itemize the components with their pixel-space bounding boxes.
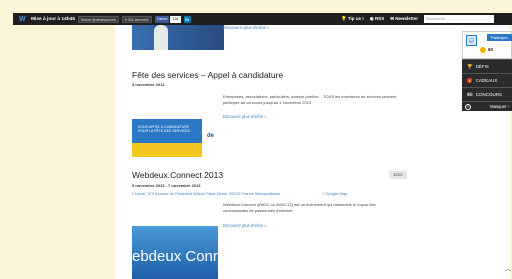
facebook-like-count: 12k bbox=[170, 15, 181, 23]
followers-count: 5 302 abonnés bbox=[121, 15, 152, 23]
previous-event-more-link[interactable]: Découvrir plus d'infos » bbox=[223, 25, 270, 30]
trophy-icon: 🏆 bbox=[467, 63, 473, 69]
hide-panel-button[interactable]: Masquer › bbox=[490, 104, 509, 109]
event-address: L'Usine, 379 Avenue du Président Wilson … bbox=[132, 191, 281, 196]
top-actions: 💡 Tip us ! ◉ RSS ✉ Newsletter Recherche bbox=[341, 13, 494, 25]
user-box: ☺ Participer 60 bbox=[462, 31, 512, 59]
defis-button[interactable]: 🏆 DÉFIS bbox=[462, 59, 512, 73]
event-image-banner bbox=[132, 143, 202, 157]
linkedin-button[interactable]: in bbox=[183, 15, 191, 23]
cadeaux-button[interactable]: 🎁 CADEAUX bbox=[462, 73, 512, 87]
cadeaux-label: CADEAUX bbox=[475, 78, 498, 83]
coin-count: 60 bbox=[488, 47, 494, 52]
event-date: 4 novembre 2013 bbox=[132, 82, 165, 87]
coin-icon bbox=[480, 47, 486, 53]
concours-button[interactable]: 🎟 CONCOURS bbox=[462, 87, 512, 101]
event-description: Entreprises, associations, particuliers,… bbox=[223, 94, 397, 105]
event-date: 6 novembre 2013 - 7 novembre 2013 bbox=[132, 183, 201, 188]
event-description: Webdeux.Connect (#W2C ou #W2C13) est un … bbox=[223, 202, 376, 213]
help-icon[interactable]: ? bbox=[465, 103, 471, 110]
panel-footer: ? Masquer › bbox=[462, 101, 512, 111]
event-image-caption: SOUS APPEL À CANDIDATURE POUR LA FÊTE DE… bbox=[138, 125, 190, 133]
top-bar: W Mise à jour à 14h45 Suivre @whatsupweb… bbox=[13, 13, 512, 25]
tip-us-link[interactable]: 💡 Tip us ! bbox=[341, 16, 364, 22]
participate-button[interactable]: Participer bbox=[487, 34, 512, 41]
rss-label: RSS bbox=[374, 16, 385, 21]
hide-panel-label: Masquer bbox=[490, 104, 507, 109]
newsletter-label: Newsletter bbox=[395, 16, 418, 21]
event-more-link[interactable]: Découvrir plus d'infos » bbox=[223, 223, 266, 228]
event-more-link[interactable]: Découvrir plus d'infos » bbox=[223, 114, 266, 119]
speaker-figure bbox=[154, 25, 168, 50]
event-image[interactable]: SOUS APPEL À CANDIDATURE POUR LA FÊTE DE… bbox=[132, 119, 202, 157]
avatar[interactable]: ☺ bbox=[466, 35, 477, 46]
event-image-label: de bbox=[207, 133, 215, 139]
facebook-like-button[interactable]: J'aime bbox=[154, 15, 170, 23]
previous-event-image[interactable] bbox=[132, 25, 224, 50]
event-title[interactable]: Webdeux.Connect 2013 bbox=[132, 170, 223, 180]
search-input[interactable]: Recherche bbox=[424, 15, 494, 23]
rss-link[interactable]: ◉ RSS bbox=[370, 16, 384, 22]
tip-us-label: Tip us ! bbox=[347, 16, 364, 21]
price-badge: €220 bbox=[389, 171, 407, 179]
event-title[interactable]: Fête des services – Appel à candidature bbox=[132, 70, 283, 80]
update-time: Mise à jour à 14h45 bbox=[31, 16, 75, 22]
concours-label: CONCOURS bbox=[475, 92, 502, 97]
newsletter-link[interactable]: ✉ Newsletter bbox=[390, 16, 418, 22]
gift-icon: 🎁 bbox=[467, 77, 473, 83]
ticket-icon: 🎟 bbox=[467, 91, 473, 97]
event-image-caption: ebdeux Connect 2 bbox=[132, 248, 218, 265]
event-image[interactable]: ebdeux Connect 2 bbox=[132, 226, 218, 279]
scroll-up-icon[interactable]: ︿ bbox=[505, 264, 511, 273]
twitter-follow-button[interactable]: Suivre @whatsupweb bbox=[78, 15, 119, 23]
main-content: Découvrir plus d'infos » Fête des servic… bbox=[115, 25, 510, 279]
rewards-panel: ☺ Participer 60 🏆 DÉFIS 🎁 CADEAUX 🎟 CONC… bbox=[462, 31, 512, 111]
google-map-link[interactable]: + Google Map bbox=[322, 191, 347, 196]
site-logo-icon[interactable]: W bbox=[19, 16, 28, 23]
defis-label: DÉFIS bbox=[475, 64, 489, 69]
